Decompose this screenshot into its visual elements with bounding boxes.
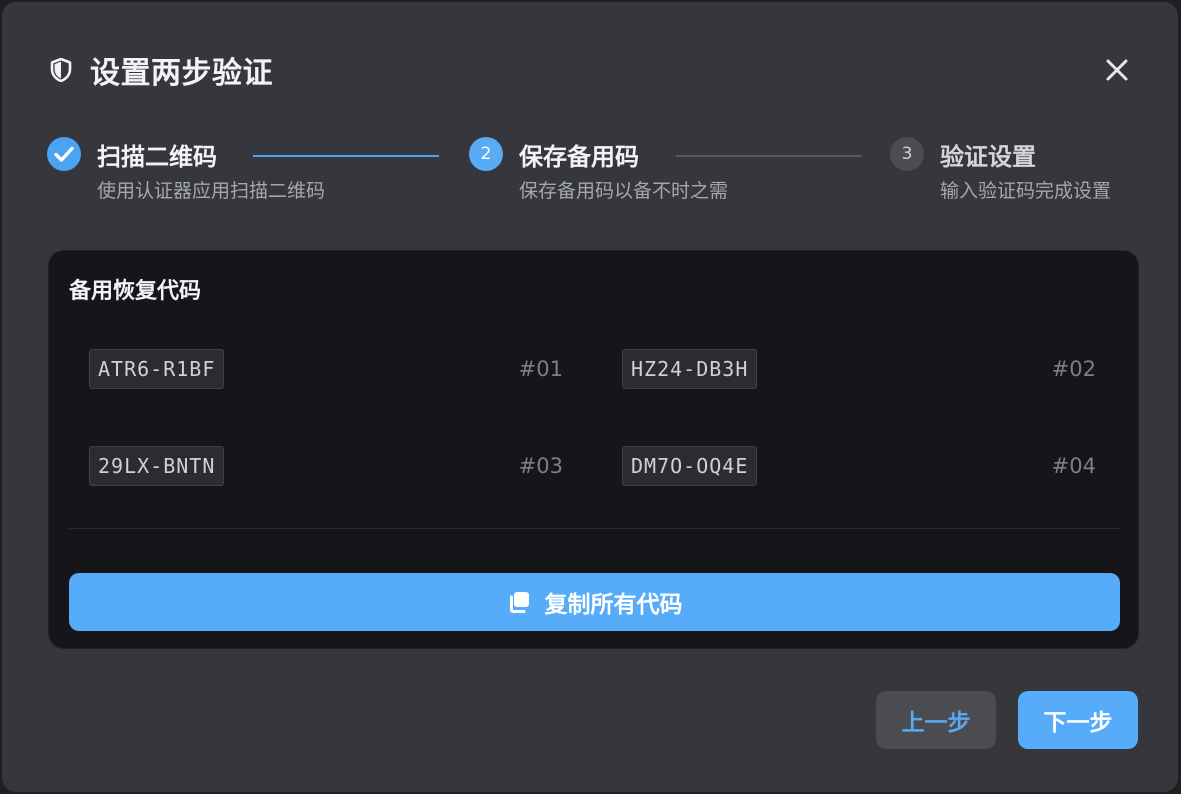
backup-code-item: DM7O-OQ4E #04 (622, 446, 1096, 486)
backup-code-item: ATR6-R1BF #01 (89, 349, 563, 389)
step-1-title: 扫描二维码 (97, 142, 217, 171)
backup-code[interactable]: 29LX-BNTN (89, 446, 225, 486)
step-connector-1 (253, 155, 439, 157)
step-1-description: 使用认证器应用扫描二维码 (97, 180, 326, 202)
previous-step-button[interactable]: 上一步 (876, 691, 996, 749)
copy-all-codes-button[interactable]: 复制所有代码 (69, 573, 1120, 631)
step-3-description: 输入验证码完成设置 (940, 180, 1112, 202)
backup-code[interactable]: DM7O-OQ4E (622, 446, 758, 486)
two-step-setup-dialog: 设置两步验证 扫描二维码 使用认证器应用扫描二维码 2 保存备用码 保存备用码以… (2, 2, 1178, 792)
step-3: 3 验证设置 输入验证码完成设置 (890, 134, 1111, 203)
step-1: 扫描二维码 使用认证器应用扫描二维码 (47, 134, 325, 203)
shield-icon (48, 57, 74, 83)
step-3-number: 3 (890, 137, 924, 171)
backup-code-number: #04 (1051, 454, 1096, 478)
backup-code-number: #01 (518, 357, 563, 381)
next-step-button[interactable]: 下一步 (1018, 691, 1138, 749)
dialog-title: 设置两步验证 (90, 56, 273, 91)
copy-icon (509, 592, 529, 613)
step-connector-2 (676, 155, 862, 157)
step-3-title: 验证设置 (940, 142, 1036, 171)
backup-codes-panel: 备用恢复代码 ATR6-R1BF #01 HZ24-DB3H #02 29LX-… (48, 250, 1139, 649)
step-2-description: 保存备用码以备不时之需 (519, 180, 729, 202)
backup-code[interactable]: ATR6-R1BF (89, 349, 225, 389)
close-icon (1106, 59, 1128, 81)
step-2: 2 保存备用码 保存备用码以备不时之需 (469, 134, 728, 203)
backup-codes-title: 备用恢复代码 (69, 279, 202, 304)
dialog-header: 设置两步验证 (48, 48, 273, 92)
backup-code-item: 29LX-BNTN #03 (89, 446, 563, 486)
step-2-number: 2 (469, 137, 503, 171)
check-icon (54, 146, 74, 162)
copy-all-codes-label: 复制所有代码 (544, 592, 683, 618)
backup-code-number: #02 (1051, 357, 1096, 381)
panel-divider (69, 528, 1120, 529)
backup-code[interactable]: HZ24-DB3H (622, 349, 758, 389)
close-button[interactable] (1099, 52, 1135, 88)
backup-code-number: #03 (518, 454, 563, 478)
backup-code-item: HZ24-DB3H #02 (622, 349, 1096, 389)
step-1-check-circle (47, 137, 81, 171)
step-2-title: 保存备用码 (519, 142, 639, 171)
